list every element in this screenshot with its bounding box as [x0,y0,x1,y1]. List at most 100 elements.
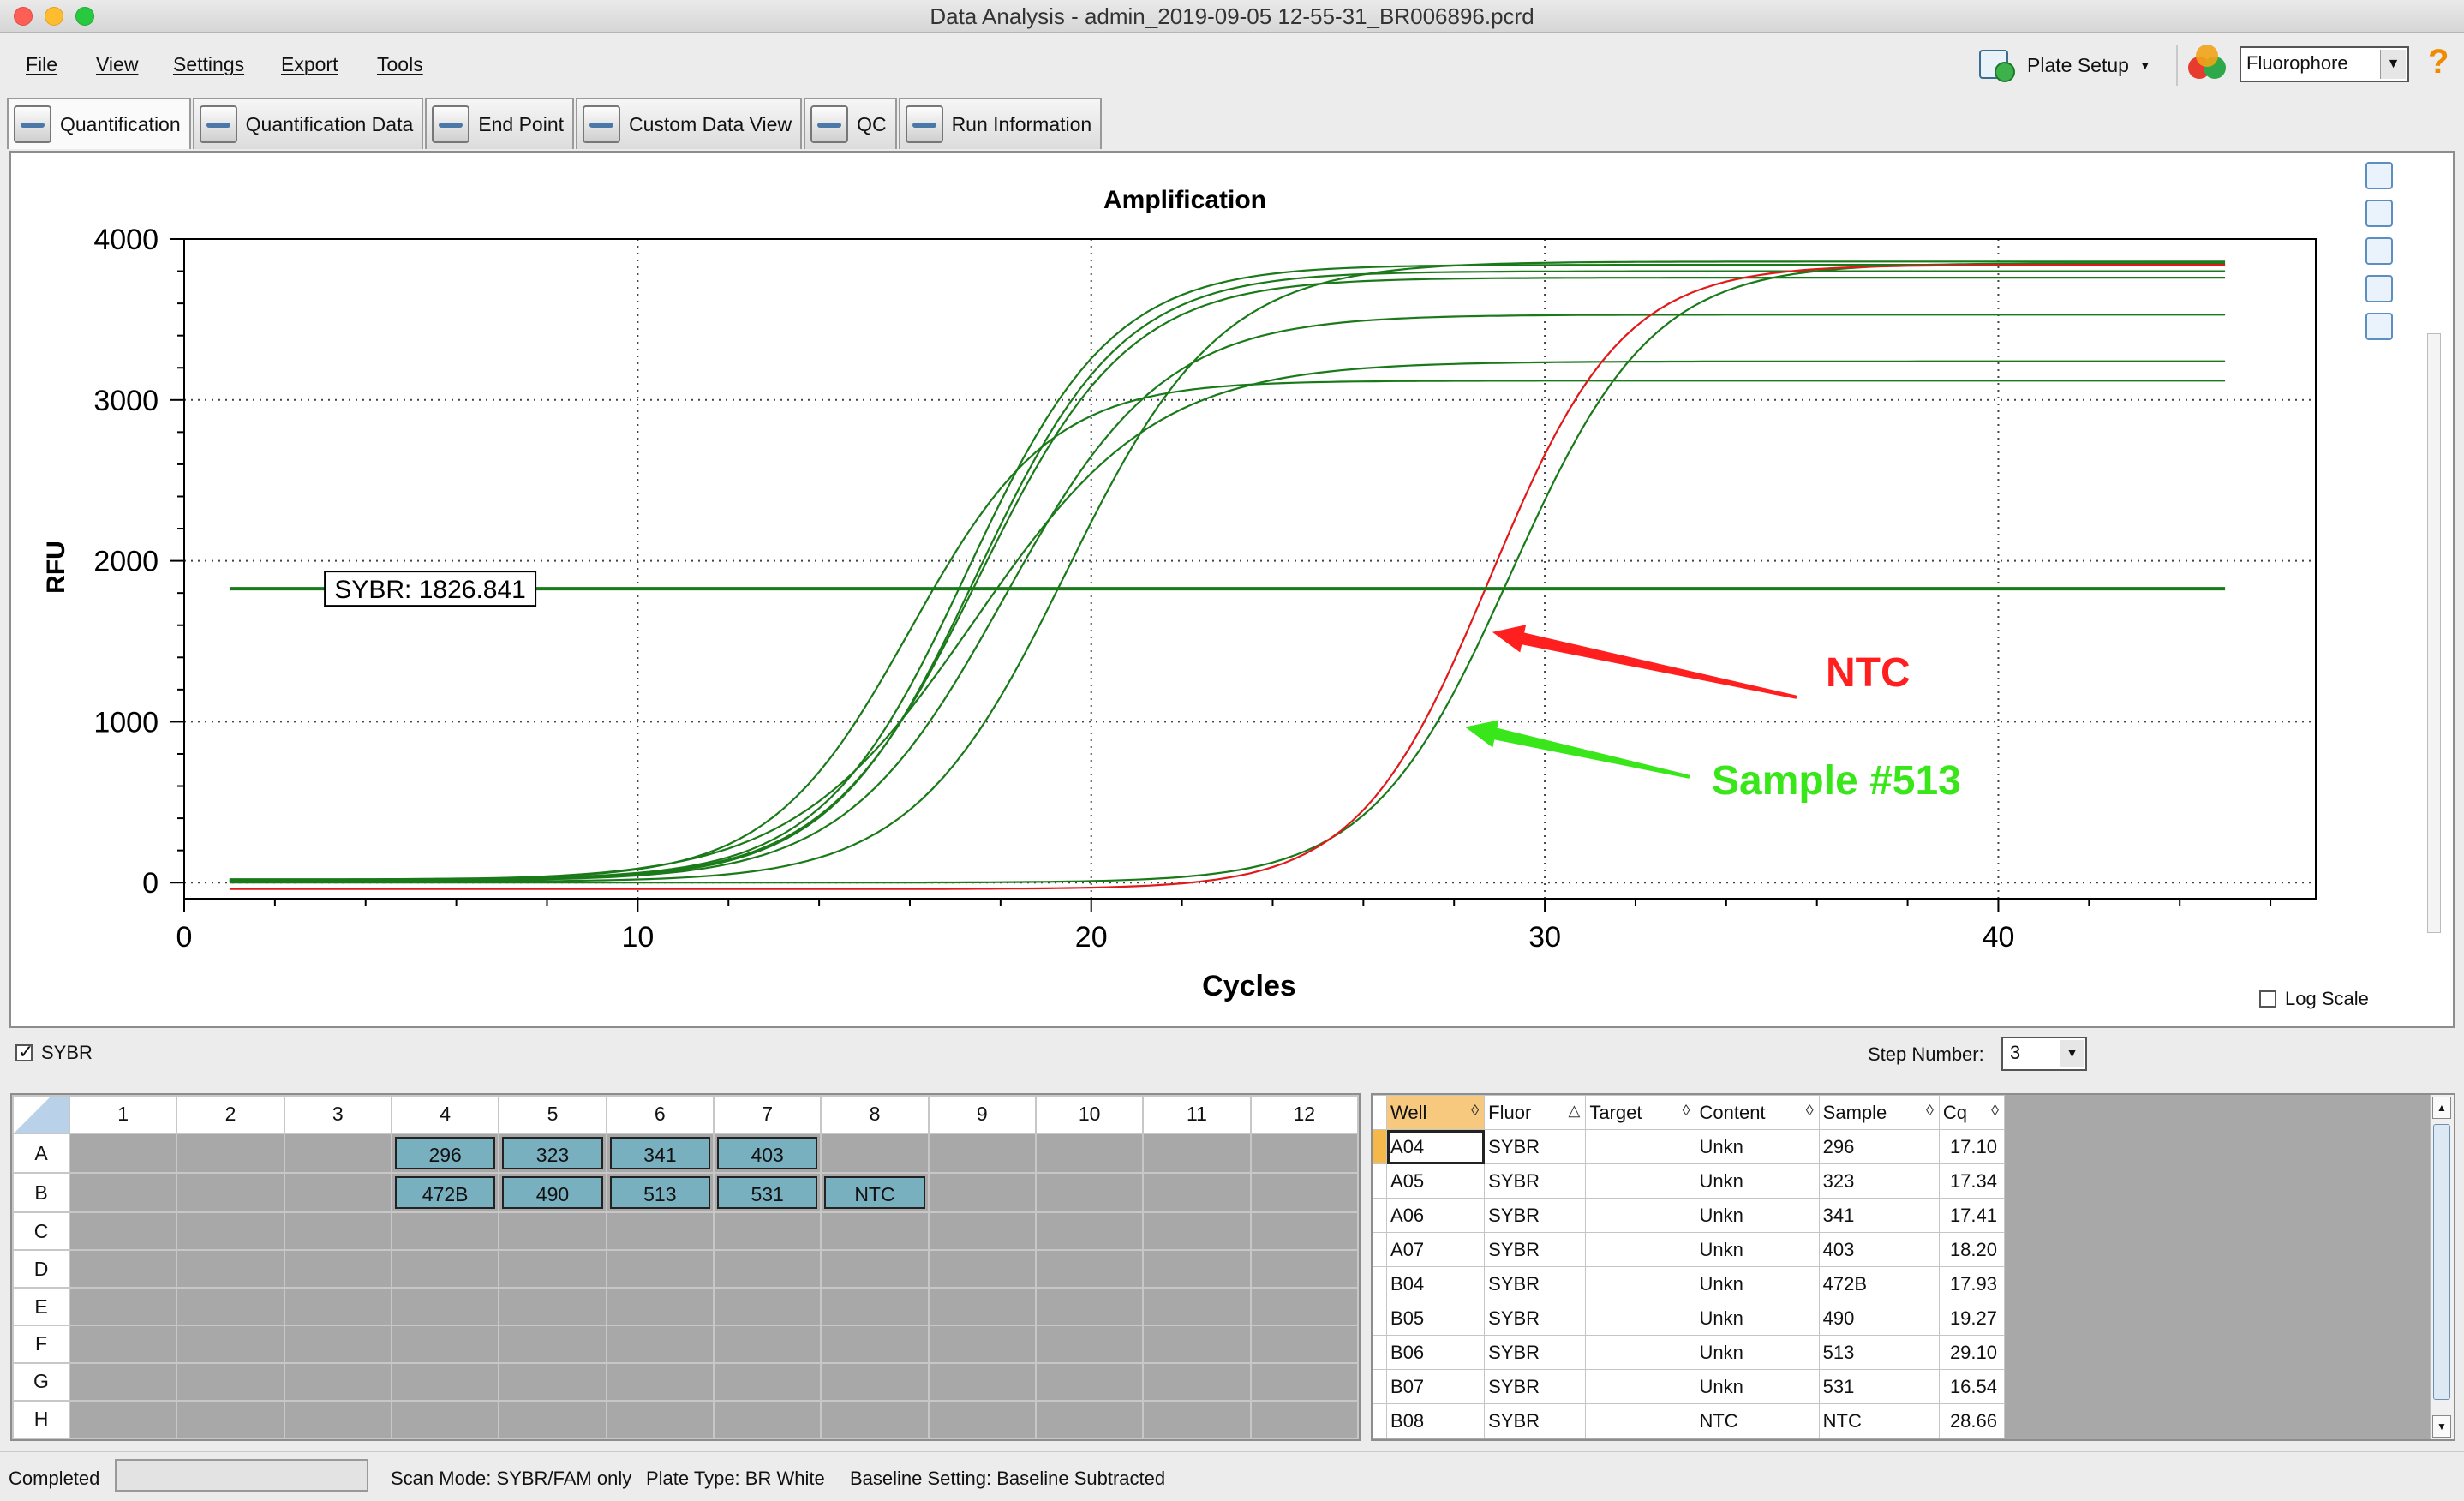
plate-well[interactable] [1034,1132,1145,1175]
table-cell[interactable]: Unkn [1695,1369,1820,1404]
plate-well[interactable] [1142,1132,1252,1175]
table-cell[interactable]: Unkn [1695,1198,1820,1233]
row-selector[interactable] [1373,1198,1388,1233]
plate-well[interactable]: 490 [498,1172,607,1214]
table-cell[interactable]: A05 [1386,1163,1486,1199]
row-selector[interactable] [1373,1301,1388,1336]
plate-well[interactable] [390,1211,500,1252]
chart-options-icon[interactable] [2365,200,2393,227]
plate-well[interactable] [820,1287,930,1326]
table-row[interactable]: A06 SYBR Unkn 341 17.41 [1373,1198,2006,1233]
plate-well[interactable] [605,1211,715,1252]
threshold[interactable]: SYBR: 1826.841 [229,571,2226,607]
plate-well[interactable] [1249,1211,1360,1252]
table-row[interactable]: B05 SYBR Unkn 490 19.27 [1373,1301,2006,1336]
plate-well[interactable] [712,1249,822,1289]
plate-well[interactable] [927,1211,1037,1252]
plate-well[interactable] [176,1399,285,1440]
plate-setup-button[interactable]: Plate Setup ▼ [1976,41,2178,89]
plate-well[interactable] [68,1132,178,1175]
menu-export[interactable]: Export [281,53,338,76]
plate-well[interactable] [176,1172,285,1214]
results-scrollbar[interactable]: ▲ ▼ [2430,1095,2454,1439]
plate-well[interactable] [1034,1361,1145,1402]
table-cell[interactable]: SYBR [1484,1403,1587,1438]
plate-row-header[interactable]: H [12,1399,70,1440]
table-row[interactable]: A07 SYBR Unkn 403 18.20 [1373,1232,2006,1267]
plate-row-header[interactable]: E [12,1287,70,1326]
tab-qc[interactable]: QC [804,98,897,149]
table-cell[interactable]: 323 [1818,1163,1940,1199]
zoom-chart-icon[interactable] [2365,275,2393,302]
plate-well[interactable] [927,1325,1037,1364]
plate-well[interactable] [1142,1361,1252,1402]
plate-well[interactable] [68,1172,178,1214]
table-cell[interactable]: 341 [1818,1198,1940,1233]
plate-row-header[interactable]: F [12,1325,70,1364]
plate-well[interactable]: 531 [712,1172,822,1214]
table-cell[interactable]: Unkn [1695,1163,1820,1199]
table-cell[interactable]: SYBR [1484,1266,1587,1301]
plate-well[interactable] [1142,1211,1252,1252]
table-cell[interactable]: 29.10 [1938,1335,2006,1370]
plate-well[interactable] [176,1211,285,1252]
table-cell[interactable] [1585,1335,1696,1370]
table-cell[interactable]: SYBR [1484,1301,1587,1336]
table-cell[interactable]: Unkn [1695,1129,1820,1164]
plate-well[interactable] [927,1249,1037,1289]
table-cell[interactable]: Unkn [1695,1232,1820,1267]
table-cell[interactable] [1585,1403,1696,1438]
scroll-up-icon[interactable]: ▲ [2432,1097,2451,1119]
tab-quantification[interactable]: Quantification [7,98,191,149]
table-row[interactable]: A05 SYBR Unkn 323 17.34 [1373,1163,2006,1199]
plate-well[interactable] [927,1172,1037,1214]
plate-well[interactable] [820,1211,930,1252]
plate-column-header[interactable]: 1 [68,1095,178,1134]
plate-well[interactable]: 341 [605,1132,715,1175]
plate-row-header[interactable]: D [12,1249,70,1289]
plate-well[interactable] [390,1287,500,1326]
table-cell[interactable]: 490 [1818,1301,1940,1336]
menu-view[interactable]: View [96,53,138,76]
plate-well[interactable] [390,1399,500,1440]
plate-column-header[interactable]: 4 [390,1095,500,1134]
plate-well[interactable] [1249,1172,1360,1214]
plate-well[interactable] [820,1361,930,1402]
plate-column-header[interactable]: 10 [1034,1095,1145,1134]
plate-well[interactable] [1249,1399,1360,1440]
plate-well[interactable] [390,1361,500,1402]
copy-icon[interactable] [2365,162,2393,189]
plate-well[interactable] [1142,1172,1252,1214]
plate-well[interactable] [712,1211,822,1252]
chart-scrollbar[interactable] [2427,333,2441,933]
table-cell[interactable]: 472B [1818,1266,1940,1301]
table-cell[interactable]: 403 [1818,1232,1940,1267]
table-cell[interactable]: B04 [1386,1266,1486,1301]
plate-well[interactable] [176,1361,285,1402]
results-column-header[interactable]: Well ◊ [1386,1095,1486,1130]
plate-well[interactable] [176,1325,285,1364]
results-column-header[interactable]: Fluor △ [1484,1095,1587,1130]
results-column-header[interactable]: Target ◊ [1585,1095,1696,1130]
table-cell[interactable]: Unkn [1695,1335,1820,1370]
table-cell[interactable]: 17.93 [1938,1266,2006,1301]
table-cell[interactable]: SYBR [1484,1163,1587,1199]
table-cell[interactable] [1585,1369,1696,1404]
row-selector[interactable] [1373,1266,1388,1301]
table-cell[interactable]: Unkn [1695,1301,1820,1336]
plate-column-header[interactable]: 7 [712,1095,822,1134]
plate-well[interactable] [605,1249,715,1289]
plate-well[interactable] [283,1325,392,1364]
curve-icon[interactable] [2365,313,2393,340]
table-cell[interactable] [1585,1198,1696,1233]
plate-well[interactable] [1249,1325,1360,1364]
plate-well[interactable] [1249,1132,1360,1175]
plate-column-header[interactable]: 2 [176,1095,285,1134]
plate-well[interactable] [1034,1399,1145,1440]
table-cell[interactable]: 16.54 [1938,1369,2006,1404]
table-cell[interactable]: B07 [1386,1369,1486,1404]
plate-well[interactable] [390,1249,500,1289]
plate-well[interactable] [1034,1211,1145,1252]
plate-well[interactable] [605,1361,715,1402]
plate-well[interactable] [498,1287,607,1326]
